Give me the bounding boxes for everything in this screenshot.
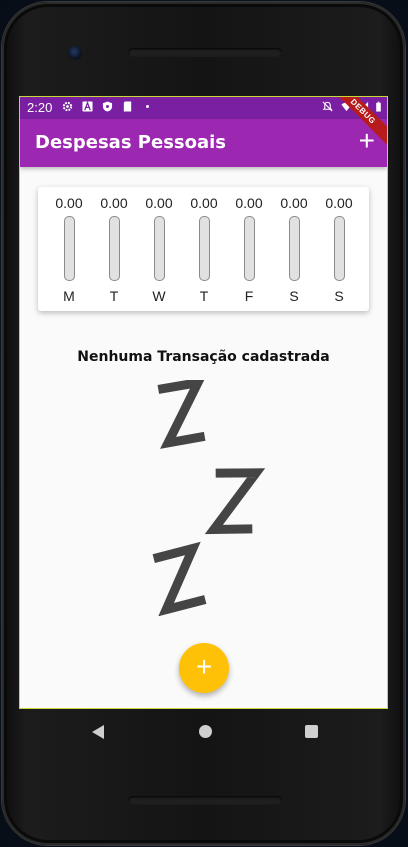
chart-bar-track [154,216,165,281]
chart-bar-track [199,216,210,281]
font-a-icon [82,101,93,112]
shield-icon [102,101,113,112]
chart-bar-day-label: F [244,288,254,304]
app-bar: Despesas Pessoais + [20,119,387,167]
notifications-off-icon [322,101,333,112]
chart-bar-day-label: M [63,288,75,304]
chart-bar-track [244,216,255,281]
chart-bar-track [334,216,345,281]
chart-bar-day-label: S [334,288,344,304]
front-camera-icon [68,46,82,60]
nav-recents-icon[interactable] [305,725,318,738]
notification-dot-icon [146,105,149,108]
chart-bar-day-label: T [109,288,119,304]
bottom-speaker-grille [128,796,282,805]
sd-card-icon [123,101,132,112]
chart-bar-value: 0.00 [100,195,128,211]
chart-bar-value: 0.00 [325,195,353,211]
app-screen: 2:20 Despesas Pessoais + DEBUG 0.00 M 0.… [19,96,388,709]
zzz-sleep-icon [152,380,266,616]
fab-plus-icon: + [195,651,213,682]
add-transaction-fab[interactable]: + [179,643,229,693]
chart-bar-day-label: W [152,288,166,304]
nav-home-icon[interactable] [199,725,212,738]
weekly-chart-card: 0.00 M 0.00 T 0.00 W 0.00 T 0.00 F 0.00 S 0.00 S [38,187,369,311]
chart-bar-track [109,216,120,281]
empty-state-title: Nenhuma Transação cadastrada [77,349,330,365]
top-speaker-grille [128,48,282,57]
chart-bar-track [64,216,75,281]
chart-bar-day-label: T [199,288,209,304]
chart-bar-value: 0.00 [55,195,83,211]
chart-bar-value: 0.00 [280,195,308,211]
battery-icon [376,101,381,112]
nav-back-icon[interactable] [92,725,104,739]
status-bar: 2:20 [20,97,387,119]
page-title: Despesas Pessoais [35,132,227,153]
chart-bar-value: 0.00 [145,195,173,211]
settings-gear-icon [62,101,73,112]
chart-bar-value: 0.00 [190,195,218,211]
chart-bar-value: 0.00 [235,195,263,211]
status-time: 2:20 [27,100,53,115]
chart-bar-day-label: S [289,288,299,304]
chart-bar-track [289,216,300,281]
